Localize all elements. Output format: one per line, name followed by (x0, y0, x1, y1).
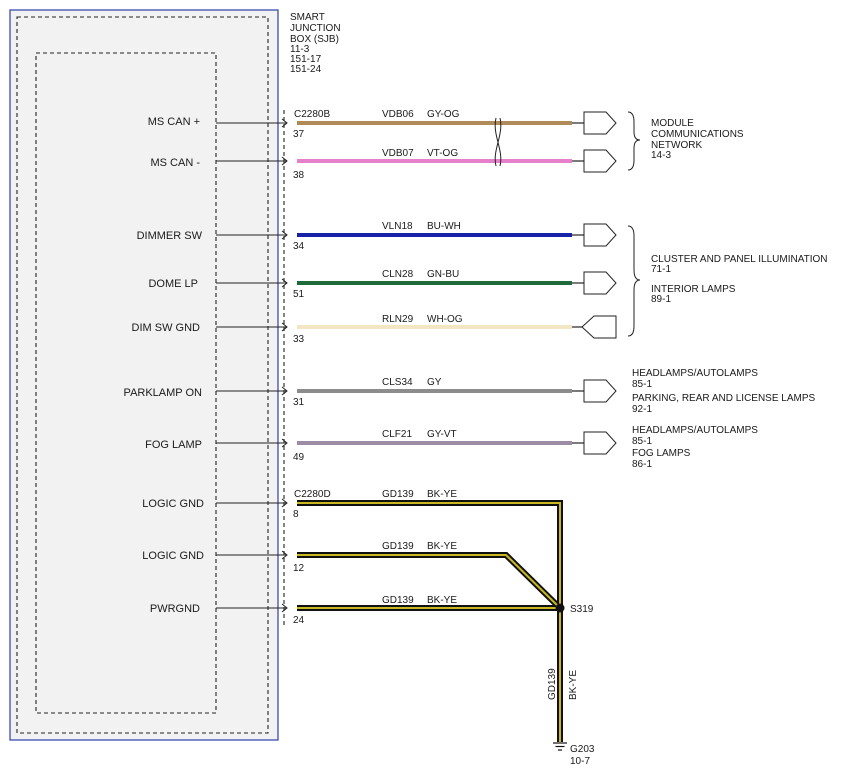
pin-number: 12 (293, 563, 305, 574)
sjb-title: SMART JUNCTION BOX (SJB) 11-3 151-17 151… (290, 12, 341, 75)
signal-label: PARKLAMP ON (124, 387, 203, 399)
destination-text: 14-3 (651, 150, 671, 161)
circuit-id: VLN18 (382, 221, 413, 232)
signal-label: LOGIC GND (142, 550, 204, 562)
signal-label: DIMMER SW (137, 230, 203, 242)
connector-stubs (572, 122, 584, 444)
wire-color-code: VT-OG (427, 148, 458, 159)
wire-color-code: WH-OG (427, 314, 463, 325)
destination-text: HEADLAMPS/AUTOLAMPS (632, 368, 758, 379)
ground-ref: 10-7 (570, 756, 590, 767)
circuit-id: VDB06 (382, 109, 414, 120)
connector-arrow-in (581, 315, 617, 339)
pin-number: 49 (293, 452, 305, 463)
connector-arrow-out (583, 149, 617, 173)
circuit-id: GD139 (382, 595, 414, 606)
connector-arrow-out (583, 379, 617, 403)
destination-text: CLUSTER AND PANEL ILLUMINATION (651, 254, 828, 265)
circuit-id: GD139 (382, 541, 414, 552)
sjb-title-line: SMART (290, 12, 325, 23)
destination-text: FOG LAMPS (632, 448, 691, 459)
signal-label: DIM SW GND (132, 322, 200, 334)
circuit-id: VDB07 (382, 148, 414, 159)
sjb-outer-box (9, 9, 279, 741)
connector-arrow-out (583, 111, 617, 135)
ground-icon (553, 742, 567, 751)
pin-number: 51 (293, 289, 305, 300)
signal-label: FOG LAMP (145, 439, 202, 451)
wire-color-code: GY-OG (427, 109, 460, 120)
ground-wire-color-code: BK-YE (568, 670, 579, 700)
wire-color-code: GY (427, 377, 442, 388)
circuit-id: RLN29 (382, 314, 414, 325)
connector-arrow-out (583, 223, 617, 247)
destination-text: 85-1 (632, 436, 652, 447)
connector-label-bottom: C2280D (294, 489, 331, 500)
signal-label: MS CAN + (148, 116, 200, 128)
circuit-id: CLN28 (382, 269, 414, 280)
destination-text: HEADLAMPS/AUTOLAMPS (632, 425, 758, 436)
wire-color-code: BU-WH (427, 221, 461, 232)
wire-color-code: GY-VT (427, 429, 457, 440)
sjb-title-line: 151-24 (290, 64, 322, 75)
destination-text: 85-1 (632, 379, 652, 390)
ground-wires (297, 500, 563, 742)
connector-label-top: C2280B (294, 109, 330, 120)
wire-color-code: BK-YE (427, 541, 457, 552)
wire-labels: VDB06 GY-OG VDB07 VT-OG VLN18 BU-WH CLN2… (382, 109, 463, 606)
signal-label: MS CAN - (151, 157, 201, 169)
pin-numbers: 37 38 34 51 33 31 49 8 12 24 (293, 129, 305, 626)
connector-arrow-out (583, 431, 617, 455)
wiring-diagram: SMART JUNCTION BOX (SJB) 11-3 151-17 151… (9, 9, 828, 767)
sjb-title-line: JUNCTION (290, 23, 341, 34)
destination-text: COMMUNICATIONS (651, 129, 744, 140)
destination-labels: MODULE COMMUNICATIONS NETWORK 14-3 CLUST… (632, 118, 828, 470)
ground-label: G203 (570, 744, 595, 755)
circuit-id: GD139 (382, 489, 414, 500)
pin-number: 31 (293, 397, 305, 408)
ground-wire-circuit: GD139 (547, 668, 558, 700)
destination-text: MODULE (651, 118, 694, 129)
destination-text: 71-1 (651, 264, 671, 275)
destination-text: 92-1 (632, 404, 652, 415)
signal-label: PWRGND (150, 603, 200, 615)
splice-label: S319 (570, 604, 594, 615)
circuit-id: CLF21 (382, 429, 412, 440)
pin-number: 24 (293, 615, 305, 626)
wire-color-code: BK-YE (427, 595, 457, 606)
destination-brackets (627, 111, 641, 337)
pin-number: 34 (293, 241, 305, 252)
pin-number: 38 (293, 170, 305, 181)
signal-label: DOME LP (148, 278, 198, 290)
signal-label: LOGIC GND (142, 498, 204, 510)
connector-arrows (581, 111, 617, 455)
wire-color-code: BK-YE (427, 489, 457, 500)
destination-text: 89-1 (651, 294, 671, 305)
connector-arrow-out (583, 271, 617, 295)
pin-number: 8 (293, 509, 299, 520)
splice-dot (555, 603, 565, 613)
destination-text: 86-1 (632, 459, 652, 470)
wire-color-code: GN-BU (427, 269, 459, 280)
pin-number: 37 (293, 129, 305, 140)
destination-text: PARKING, REAR AND LICENSE LAMPS (632, 393, 816, 404)
circuit-id: CLS34 (382, 377, 413, 388)
twisted-pair-symbol (494, 117, 502, 167)
pin-number: 33 (293, 334, 305, 345)
